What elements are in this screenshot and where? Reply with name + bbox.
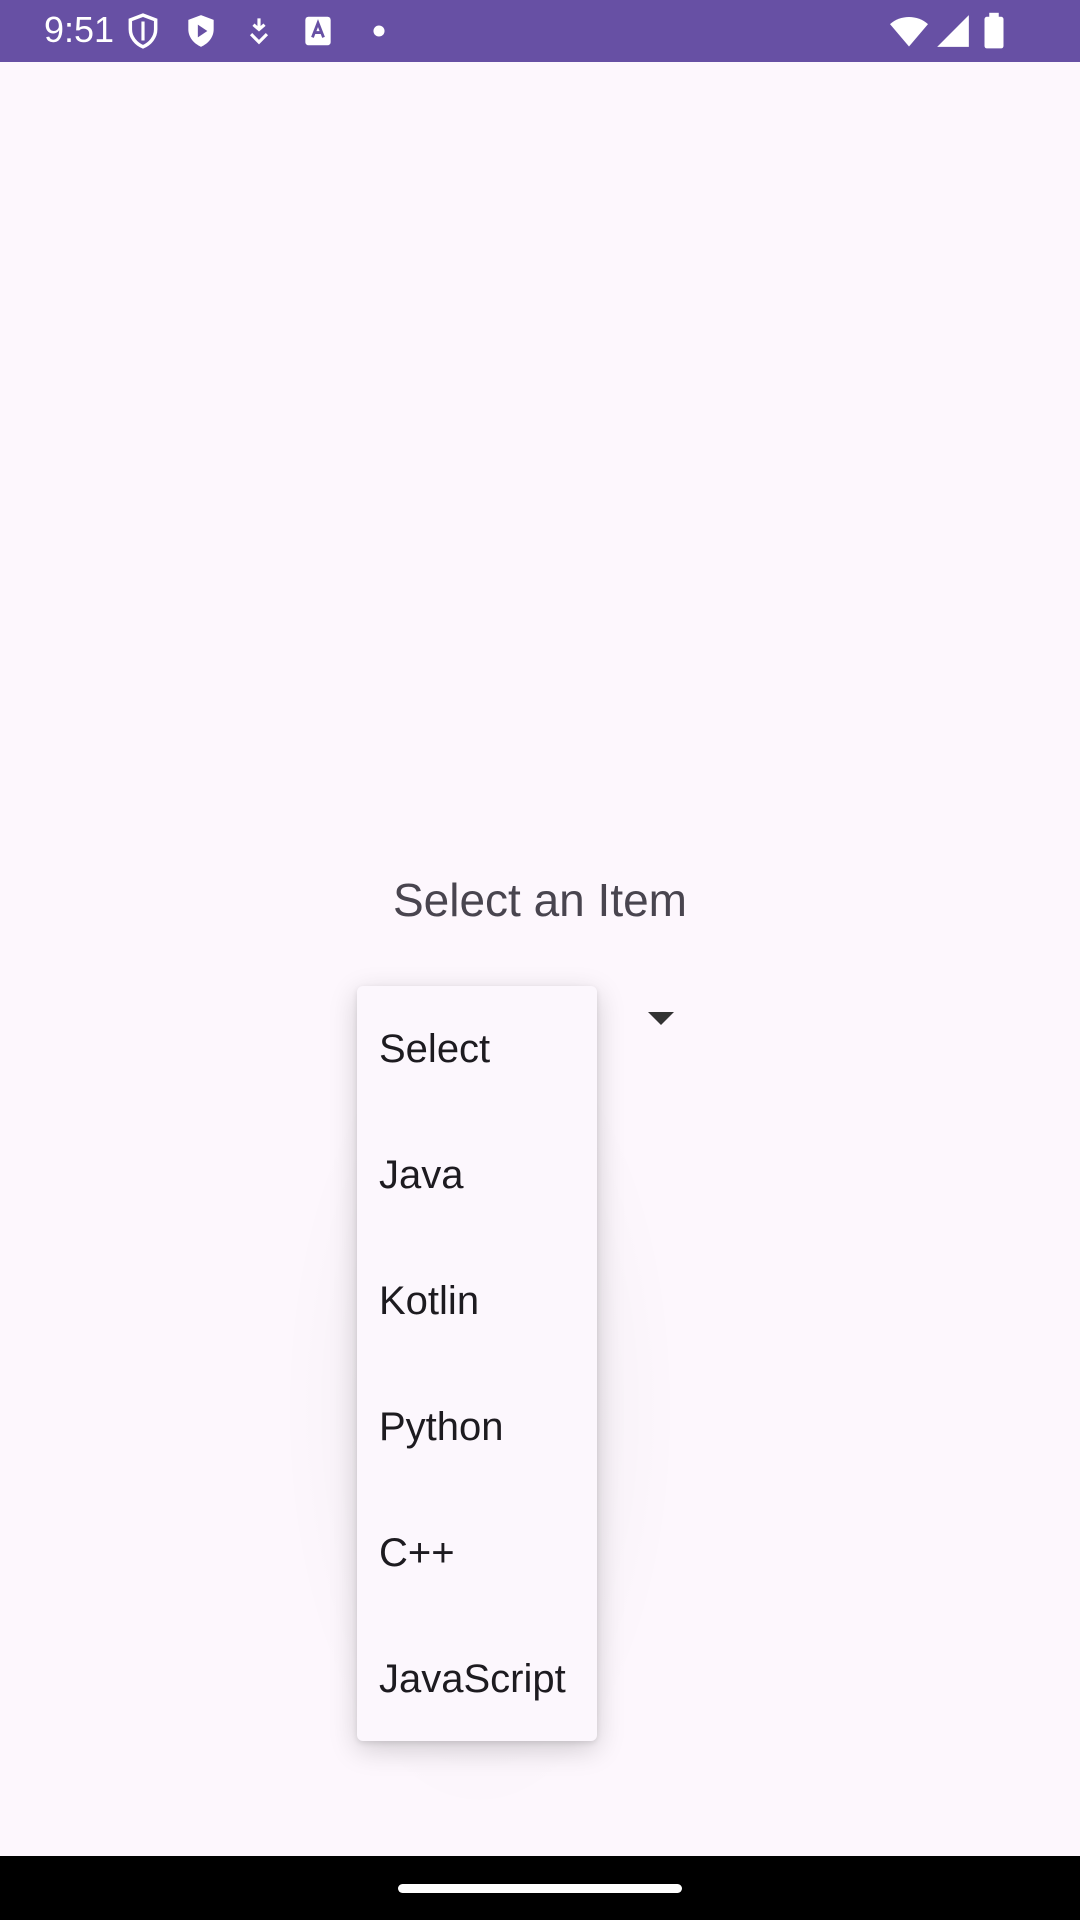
text-a-icon bbox=[299, 12, 337, 50]
dot-icon bbox=[360, 12, 398, 50]
status-bar: 9:51 bbox=[0, 0, 1080, 62]
dropdown-item-python[interactable]: Python bbox=[357, 1364, 597, 1490]
download-icon bbox=[240, 12, 278, 50]
home-gesture-bar[interactable] bbox=[398, 1884, 682, 1893]
shield-outline-icon bbox=[124, 12, 162, 50]
dropdown-item-kotlin[interactable]: Kotlin bbox=[357, 1238, 597, 1364]
status-time: 9:51 bbox=[44, 9, 115, 50]
battery-icon bbox=[980, 12, 1008, 50]
navigation-bar bbox=[0, 1856, 1080, 1920]
dropdown-menu: Select Java Kotlin Python C++ JavaScript bbox=[357, 986, 597, 1741]
play-protect-icon bbox=[182, 12, 220, 50]
dropdown-item-javascript[interactable]: JavaScript bbox=[357, 1616, 597, 1741]
dropdown-item-select[interactable]: Select bbox=[357, 986, 597, 1112]
page-title: Select an Item bbox=[392, 874, 688, 926]
dropdown-item-java[interactable]: Java bbox=[357, 1112, 597, 1238]
cellular-signal-icon bbox=[934, 12, 972, 50]
dropdown-item-cpp[interactable]: C++ bbox=[357, 1490, 597, 1616]
wifi-icon bbox=[888, 12, 930, 50]
